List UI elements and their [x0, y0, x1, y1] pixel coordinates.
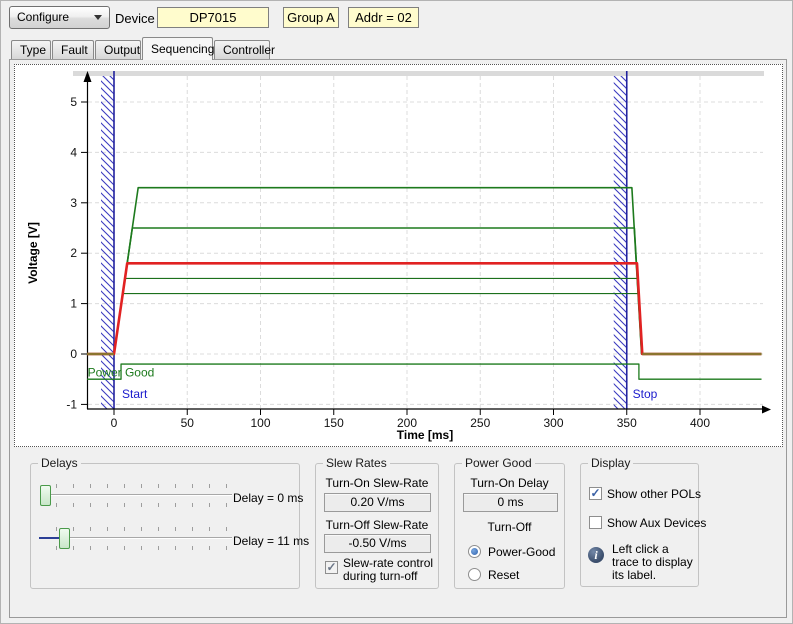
svg-text:100: 100	[250, 416, 270, 430]
voltage-time-plot[interactable]: 543210-1050100150200250300350400Power Go…	[15, 65, 782, 446]
configure-dropdown[interactable]: Configure	[9, 6, 110, 29]
slider-ticks	[56, 546, 228, 550]
tab-sequencing[interactable]: Sequencing	[142, 37, 213, 60]
device-label: Device	[115, 11, 155, 26]
svg-text:250: 250	[470, 416, 490, 430]
svg-text:Time [ms]: Time [ms]	[397, 428, 453, 442]
svg-text:350: 350	[617, 416, 637, 430]
slider-track[interactable]	[48, 537, 232, 539]
chevron-down-icon	[94, 15, 102, 20]
reset-radio[interactable]	[468, 568, 481, 581]
device-name-field[interactable]: DP7015	[157, 7, 269, 28]
svg-text:50: 50	[181, 416, 195, 430]
address-field[interactable]: Addr = 02	[348, 7, 419, 28]
svg-text:5: 5	[70, 95, 77, 109]
tab-controller[interactable]: Controller	[214, 40, 270, 60]
svg-text:Stop: Stop	[633, 387, 658, 401]
turn-off-delay-slider-thumb[interactable]	[59, 528, 70, 549]
power-good-radio[interactable]	[468, 545, 481, 558]
show-other-pols-checkbox[interactable]: ✓	[589, 487, 602, 500]
slider-ticks	[56, 484, 228, 488]
svg-text:-1: -1	[66, 397, 77, 411]
svg-text:3: 3	[70, 196, 77, 210]
svg-text:300: 300	[543, 416, 563, 430]
turn-off-slew-rate-field[interactable]: -0.50 V/ms	[324, 534, 431, 553]
turn-on-delay-value: Delay = 0 ms	[233, 491, 303, 505]
svg-text:4: 4	[70, 145, 77, 159]
slider-ticks	[56, 503, 228, 507]
display-title: Display	[588, 456, 633, 470]
show-other-pols-label: Show other POLs	[607, 487, 701, 501]
group-field[interactable]: Group A	[283, 7, 339, 28]
turn-on-slew-rate-field[interactable]: 0.20 V/ms	[324, 493, 431, 512]
slider-ticks	[56, 527, 228, 531]
toolbar: Configure Device DP7015 Group A Addr = 0…	[1, 1, 792, 35]
svg-text:150: 150	[324, 416, 344, 430]
turn-on-delay-slider-thumb[interactable]	[40, 485, 51, 506]
pg-turn-on-delay-label: Turn-On Delay	[455, 476, 564, 490]
turn-on-slew-rate-label: Turn-On Slew-Rate	[316, 476, 438, 490]
display-panel: Display ✓ Show other POLs Show Aux Devic…	[580, 463, 699, 587]
configure-dropdown-label: Configure	[17, 10, 69, 24]
slew-rate-control-label: Slew-rate control during turn-off	[343, 557, 437, 583]
svg-text:Voltage [V]: Voltage [V]	[26, 222, 40, 284]
turn-on-delay-slider[interactable]	[39, 484, 235, 514]
turn-off-delay-value: Delay = 11 ms	[233, 534, 309, 548]
power-good-radio-label: Power-Good	[488, 545, 555, 559]
slew-rates-title: Slew Rates	[323, 456, 390, 470]
turn-off-slew-rate-label: Turn-Off Slew-Rate	[316, 518, 438, 532]
svg-text:2: 2	[70, 246, 77, 260]
info-icon: i	[588, 547, 604, 563]
trace-hint-text: Left click a trace to display its label.	[612, 543, 698, 582]
pg-turn-off-label: Turn-Off	[455, 520, 564, 534]
svg-text:0: 0	[111, 416, 118, 430]
tab-fault[interactable]: Fault	[52, 40, 94, 60]
slew-rates-panel: Slew Rates Turn-On Slew-Rate 0.20 V/ms T…	[315, 463, 439, 589]
svg-text:400: 400	[690, 416, 710, 430]
show-aux-devices-label: Show Aux Devices	[607, 516, 706, 530]
tab-output[interactable]: Output	[95, 40, 141, 60]
slider-track[interactable]	[48, 494, 232, 496]
sequencing-window: { "toolbar": { "configure_label": "Confi…	[0, 0, 793, 624]
power-good-title: Power Good	[462, 456, 535, 470]
turn-off-delay-slider[interactable]	[39, 527, 235, 557]
pg-turn-on-delay-field[interactable]: 0 ms	[463, 493, 558, 512]
svg-text:Power Good: Power Good	[88, 366, 155, 380]
power-good-panel: Power Good Turn-On Delay 0 ms Turn-Off P…	[454, 463, 565, 589]
svg-text:1: 1	[70, 297, 77, 311]
sequencing-tab-page: 543210-1050100150200250300350400Power Go…	[9, 59, 787, 618]
show-aux-devices-checkbox[interactable]	[589, 516, 602, 529]
slew-rate-control-checkbox[interactable]: ✓	[325, 561, 338, 574]
delays-panel: Delays Delay = 0 ms Delay = 11 ms	[30, 463, 300, 589]
svg-text:Start: Start	[122, 387, 148, 401]
delays-title: Delays	[38, 456, 81, 470]
svg-text:0: 0	[70, 347, 77, 361]
sequencing-chart[interactable]: 543210-1050100150200250300350400Power Go…	[14, 64, 783, 447]
tab-type[interactable]: Type	[11, 40, 51, 60]
reset-radio-label: Reset	[488, 568, 519, 582]
slider-selection	[39, 537, 61, 539]
